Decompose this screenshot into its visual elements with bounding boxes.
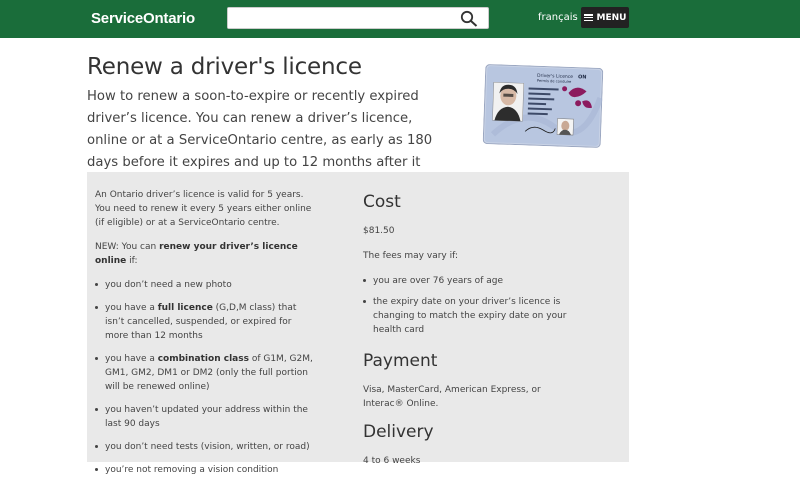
list-item: you are over 76 years of age xyxy=(363,274,573,288)
list-item: the expiry date on your driver’s licence… xyxy=(363,295,573,337)
list-item: you don’t need tests (vision, written, o… xyxy=(95,440,315,454)
hamburger-icon xyxy=(583,14,593,21)
payment-heading: Payment xyxy=(363,351,438,371)
site-header: ServiceOntario français MENU xyxy=(0,0,800,38)
list-item: you have a full licence (G,D,M class) th… xyxy=(95,301,315,343)
svg-text:ON: ON xyxy=(578,74,587,80)
payment-methods: Visa, MasterCard, American Express, or I… xyxy=(363,385,541,409)
drivers-licence-image: Driver's Licence Permis de conduire ON xyxy=(482,64,604,148)
eligibility-list: you don’t need a new photo you have a fu… xyxy=(95,278,315,477)
list-item: you’re not removing a vision condition xyxy=(95,463,315,477)
list-item: you haven’t updated your address within … xyxy=(95,403,315,431)
search-input[interactable] xyxy=(228,8,453,28)
menu-button[interactable]: MENU xyxy=(581,7,629,28)
fee-conditions-list: you are over 76 years of age the expiry … xyxy=(363,274,573,337)
search-box xyxy=(227,7,489,29)
list-item: you have a combination class of G1M, G2M… xyxy=(95,352,315,394)
fees-note: The fees may vary if: xyxy=(363,251,458,261)
list-item: you don’t need a new photo xyxy=(95,278,315,292)
cost-payment-column: Cost $81.50 The fees may vary if: you ar… xyxy=(363,192,573,479)
eligibility-column: An Ontario driver’s licence is valid for… xyxy=(95,188,315,486)
online-renewal-note: NEW: You can renew your driver’s licence… xyxy=(95,242,298,266)
search-icon[interactable] xyxy=(460,10,478,27)
delivery-heading: Delivery xyxy=(363,422,434,442)
cost-heading: Cost xyxy=(363,192,401,212)
delivery-time: 4 to 6 weeks xyxy=(363,456,421,466)
validity-intro: An Ontario driver’s licence is valid for… xyxy=(95,190,312,228)
cost-value: $81.50 xyxy=(363,226,395,236)
language-toggle-link[interactable]: français xyxy=(538,12,578,23)
menu-label: MENU xyxy=(596,12,627,23)
page-title: Renew a driver's licence xyxy=(87,54,362,80)
serviceontario-logo[interactable]: ServiceOntario xyxy=(91,10,195,27)
